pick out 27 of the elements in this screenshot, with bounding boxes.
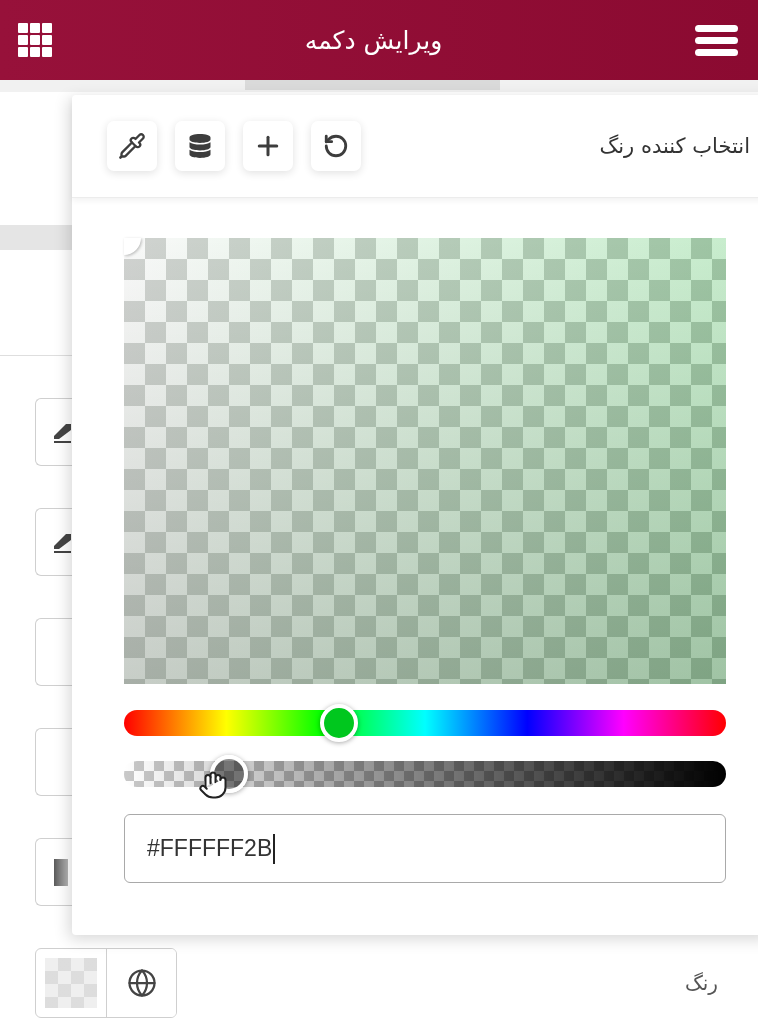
page-title: ویرایش دکمه — [304, 25, 443, 55]
hand-cursor-icon — [197, 770, 228, 800]
reset-icon — [323, 133, 349, 159]
option-button[interactable] — [35, 398, 72, 466]
globe-icon — [126, 968, 157, 998]
database-icon — [188, 134, 212, 158]
text-cursor-icon — [273, 833, 276, 864]
apps-button[interactable] — [18, 23, 52, 57]
pen-icon — [54, 531, 71, 553]
apps-grid-icon — [18, 23, 52, 57]
menu-button[interactable] — [695, 24, 738, 56]
color-handle[interactable] — [124, 238, 141, 255]
picker-title: انتخاب کننده رنگ — [599, 134, 750, 158]
add-color-button[interactable] — [243, 121, 293, 171]
reset-button[interactable] — [311, 121, 361, 171]
hex-input[interactable]: #FFFFFF2B — [124, 814, 726, 883]
option-button[interactable] — [35, 508, 72, 576]
globe-button[interactable] — [106, 949, 176, 1017]
eyedropper-icon — [118, 132, 146, 160]
eyedropper-button[interactable] — [107, 121, 157, 171]
gradient-icon — [54, 858, 68, 886]
section-band — [0, 225, 72, 250]
pen-icon — [54, 421, 71, 443]
menu-icon — [695, 24, 738, 56]
color-label: رنگ — [684, 971, 718, 995]
database-button[interactable] — [175, 121, 225, 171]
option-button[interactable] — [35, 838, 72, 906]
